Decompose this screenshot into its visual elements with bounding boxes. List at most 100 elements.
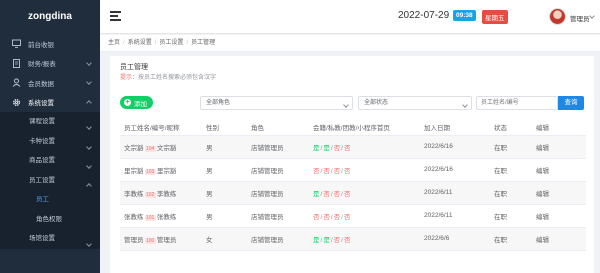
column-header: 编辑 [532,119,586,136]
edit-link[interactable]: 编辑 [532,227,586,251]
staff-name-cell: 管理员 100 管理员 [120,227,202,251]
table-row: 管理员 100 管理员 女 店铺管理员 是/是/否/否 2022/6/6 在职 编辑 [120,227,586,251]
sidebar-item-staff[interactable]: 员工设置 [0,171,100,191]
perm-membership: 是 [313,144,320,152]
menu-toggle-icon[interactable] [110,11,121,21]
column-header: 会籍/私教/团教/小程序首页 [309,119,420,136]
sidebar-item-label: 卡种设置 [29,137,55,145]
perm-miniprogram: 否 [343,213,351,221]
perm-group: 否 [333,167,341,175]
join-date-cell: 2022/6/11 [420,181,490,205]
role-cell: 店铺管理员 [247,135,309,159]
role-cell: 店铺管理员 [247,181,309,205]
document-icon [12,58,21,68]
perm-miniprogram: 否 [343,144,351,152]
current-date: 2022-07-29 [398,10,450,21]
staff-name-cell: 李教练 102 李教练 [120,181,202,205]
staff-name: 里宗豁 [124,167,144,175]
role-cell: 店铺管理员 [247,227,309,251]
perm-private: 否 [323,167,330,175]
sidebar-item-course[interactable]: 课程设置 [0,112,100,132]
join-date-cell: 2022/6/11 [420,204,490,228]
search-button[interactable]: 查询 [558,96,584,110]
sidebar-item-card[interactable]: 卡种设置 [0,132,100,152]
perm-membership: 否 [313,167,320,175]
join-date-cell: 2022/6/16 [420,158,490,182]
edit-link[interactable]: 编辑 [532,158,586,182]
staff-name: 文宗豁 [124,144,144,152]
status-badge: 在职 [490,158,532,182]
role-select-value: 全部角色 [206,100,231,106]
role-cell: 店铺管理员 [247,204,309,228]
sidebar-item-label: 商品设置 [29,157,55,164]
toolbar: + 添加 全部角色 全部状态 查询 [120,96,586,110]
sidebar-item-label: 财务/报表 [28,61,56,69]
hint-text: 按员工姓名搜索必须包含汉字 [138,75,217,81]
chevron-down-icon[interactable] [589,13,595,20]
sidebar-item-goods[interactable]: 商品设置 [0,151,100,171]
staff-name-cell: 里宗豁 103 里宗豁 [120,158,202,182]
breadcrumb-current: 员工管理 [191,40,216,46]
perm-group: 否 [333,213,341,221]
perm-private: 是 [323,236,330,244]
staff-code-badge: 100 [144,237,156,244]
breadcrumb: 主页 / 系统设置 / 员工设置 / 员工管理 [100,35,600,52]
username[interactable]: 管理员 [570,13,590,23]
sidebar-item-label: 前台收银 [28,41,54,49]
sidebar-item-label: 课程设置 [29,118,55,125]
breadcrumb-home[interactable]: 主页 [108,40,120,46]
add-button-label: 添加 [134,100,147,108]
sidebar-item-label: 场馆设置 [29,235,55,242]
add-staff-button[interactable]: + 添加 [120,96,153,109]
monitor-icon [12,39,21,49]
status-badge: 在职 [490,135,532,159]
perm-group: 否 [333,236,341,244]
perm-private: 是 [323,144,330,152]
staff-table: 员工姓名/编号/昵称 性别 角色 会籍/私教/团教/小程序首页 加入日期 状态 … [120,119,586,251]
user-icon [12,78,21,88]
status-badge: 在职 [490,227,532,251]
perm-group: 否 [333,144,341,152]
breadcrumb-staff-settings[interactable]: 员工设置 [159,40,183,46]
column-header: 状态 [490,119,532,136]
permissions-cell: 是/否/否/否 [309,181,420,205]
search-hint: 提示：按员工姓名搜索必须包含汉字 [120,72,216,81]
search-input[interactable] [476,96,558,110]
settings-submenu: 课程设置 卡种设置 商品设置 员工设置 员工 角色权限 场馆设置 [0,112,100,249]
page-title: 员工管理 [120,64,148,71]
weekday-badge: 星期五 [482,10,508,24]
sidebar-item-label: 系统设置 [28,100,54,108]
staff-name: 管理员 [124,236,144,244]
avatar[interactable] [549,8,566,25]
chevron-down-icon [86,59,92,67]
staff-name-cell: 文宗豁 104 文宗豁 [120,135,202,159]
edit-link[interactable]: 编辑 [532,181,586,205]
column-header: 性别 [202,119,247,136]
role-select[interactable]: 全部角色 [200,96,353,110]
sidebar-item-members[interactable]: 会员数据 [0,73,100,93]
sidebar: zongdina 前台收银 财务/报表 会员数据 系统设置 课程设置 卡种设置 … [0,0,100,273]
sidebar-item-venue[interactable]: 场馆设置 [0,229,100,249]
sidebar-item-settings[interactable]: 系统设置 [0,93,100,113]
staff-code-badge: 103 [144,168,156,175]
join-date-cell: 2022/6/6 [420,227,490,251]
edit-link[interactable]: 编辑 [532,135,586,159]
plus-icon: + [124,99,131,106]
sidebar-item-staff-list[interactable]: 员工 [0,190,100,210]
table-row: 李教练 102 李教练 男 店铺管理员 是/否/否/否 2022/6/11 在职 编… [120,181,586,205]
gender-cell: 男 [202,181,247,205]
edit-link[interactable]: 编辑 [532,204,586,228]
sidebar-item-cashier[interactable]: 前台收银 [0,34,100,54]
chevron-up-icon [86,177,92,197]
sidebar-item-finance[interactable]: 财务/报表 [0,54,100,74]
hint-label: 提示： [120,75,139,81]
status-select[interactable]: 全部状态 [358,96,472,110]
chevron-down-icon [86,79,92,86]
gear-icon [12,98,21,107]
gender-cell: 男 [202,204,247,228]
breadcrumb-system[interactable]: 系统设置 [128,40,152,46]
chevron-down-icon [462,100,468,112]
sidebar-item-role-permissions[interactable]: 角色权限 [0,210,100,230]
staff-nickname: 李教练 [156,190,177,198]
staff-nickname: 管理员 [156,236,177,244]
